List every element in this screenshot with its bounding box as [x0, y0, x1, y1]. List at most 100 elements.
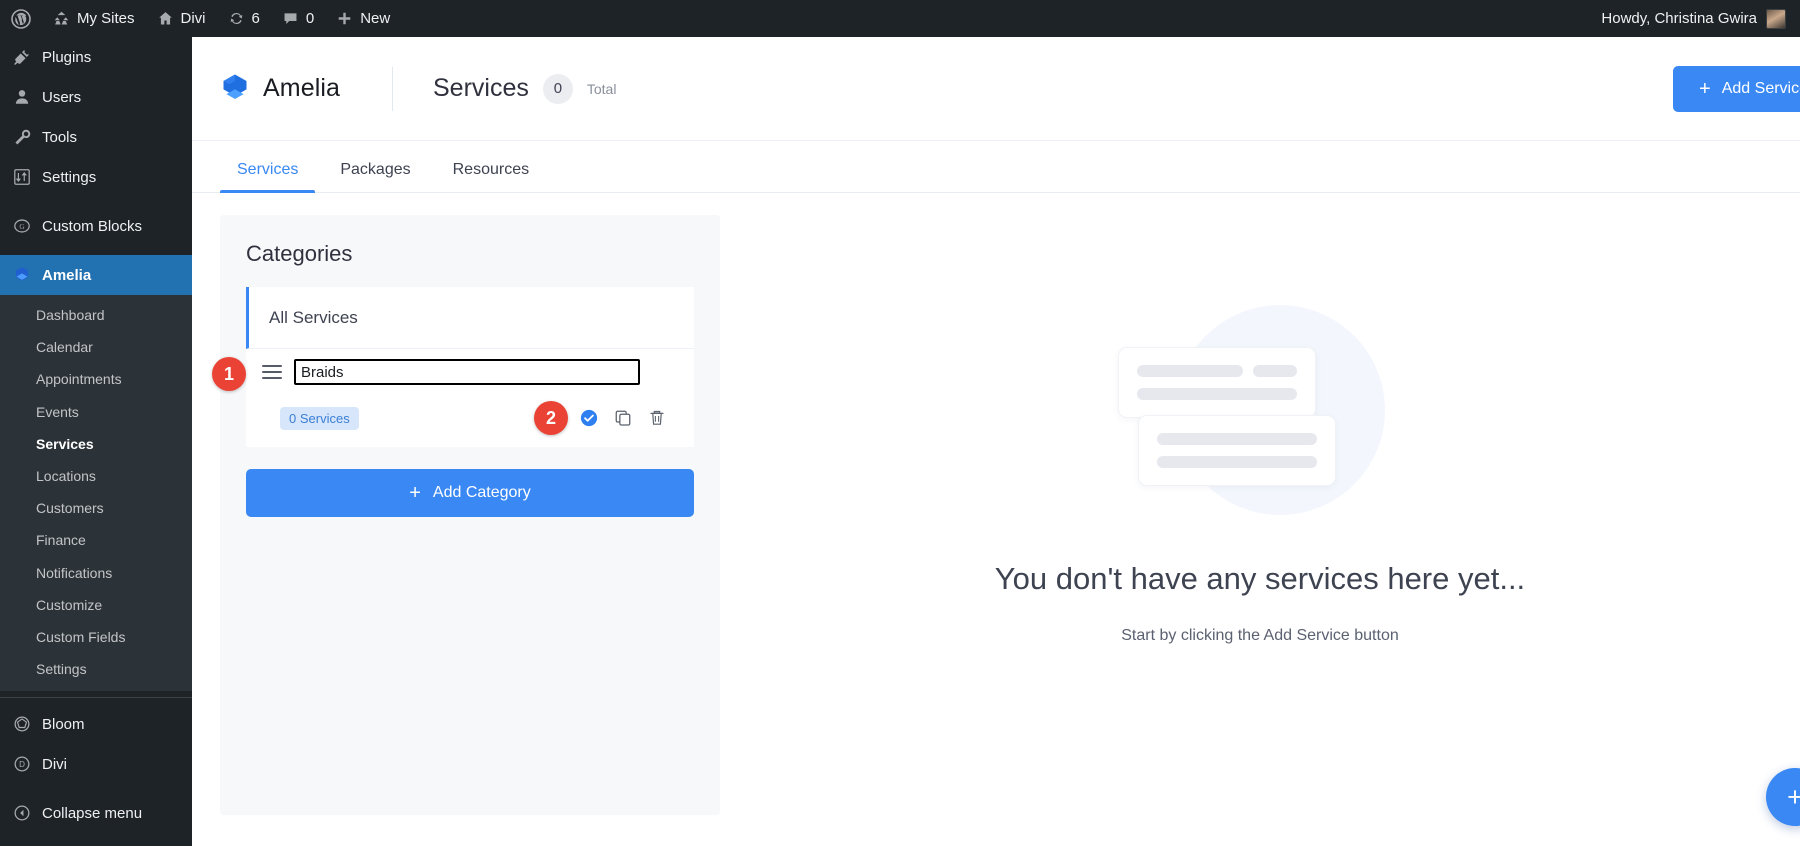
- services-count-badge: 0: [542, 73, 573, 104]
- sidebar-item-plugins[interactable]: Plugins: [0, 37, 192, 77]
- sidebar-item-label: Tools: [42, 128, 78, 146]
- plug-icon: [11, 48, 32, 66]
- duplicate-icon[interactable]: [614, 409, 632, 427]
- add-service-button[interactable]: + Add Service: [1673, 65, 1800, 112]
- custom-blocks-icon: G: [11, 217, 32, 235]
- sidebar-subitem-dashboard[interactable]: Dashboard: [0, 299, 192, 331]
- collapse-arrow-icon: [11, 804, 32, 822]
- sidebar-item-bloom[interactable]: Bloom: [0, 704, 192, 744]
- my-sites-menu[interactable]: My Sites: [42, 0, 146, 37]
- category-item-all-services[interactable]: All Services: [246, 287, 694, 349]
- sidebar-subitem-appointments[interactable]: Appointments: [0, 363, 192, 395]
- sidebar-subitem-events[interactable]: Events: [0, 396, 192, 428]
- sidebar-item-tools[interactable]: Tools: [0, 117, 192, 157]
- sidebar-separator: [0, 197, 192, 206]
- sidebar-subitem-custom-fields[interactable]: Custom Fields: [0, 621, 192, 653]
- user-icon: [11, 88, 32, 106]
- wordpress-logo-menu[interactable]: [0, 0, 42, 37]
- sidebar-item-amelia[interactable]: Amelia: [0, 255, 192, 295]
- sidebar-separator: [0, 246, 192, 255]
- illustration-row: [1137, 365, 1297, 377]
- sidebar-subitem-locations[interactable]: Locations: [0, 460, 192, 492]
- updates-menu[interactable]: 6: [217, 0, 271, 37]
- add-category-label: Add Category: [432, 484, 531, 501]
- page-title-wrap: Services 0 Total: [433, 73, 616, 104]
- sidebar-item-users[interactable]: Users: [0, 77, 192, 117]
- drag-handle-icon[interactable]: [260, 365, 282, 379]
- illustration-bar: [1137, 388, 1297, 400]
- empty-state-title: You don't have any services here yet...: [994, 561, 1526, 596]
- step-marker-2: 2: [534, 401, 568, 435]
- add-category-button[interactable]: + Add Category: [246, 469, 694, 517]
- categories-panel: Categories All Services 1 Braids 0 Servi…: [212, 215, 720, 815]
- account-menu[interactable]: Howdy, Christina Gwira: [1601, 8, 1800, 29]
- amelia-brand-label: Amelia: [263, 74, 341, 102]
- step-marker-1: 1: [212, 357, 246, 391]
- site-name-menu[interactable]: Divi: [146, 0, 217, 37]
- plus-icon: +: [409, 482, 421, 504]
- tab-resources[interactable]: Resources: [436, 161, 546, 192]
- tab-packages[interactable]: Packages: [323, 161, 427, 192]
- amelia-brand: Amelia: [220, 73, 392, 105]
- sidebar-subitem-notifications[interactable]: Notifications: [0, 557, 192, 589]
- plus-icon: +: [1699, 77, 1711, 100]
- comments-count: 0: [305, 10, 315, 27]
- updates-count: 6: [251, 10, 260, 27]
- category-actions: 2: [534, 401, 680, 435]
- tab-services[interactable]: Services: [220, 161, 316, 193]
- plus-icon: +: [1787, 781, 1800, 812]
- category-item-editing: 1 0 Services 2: [212, 349, 694, 447]
- amelia-header: Amelia Services 0 Total + Add Service: [192, 37, 1800, 141]
- updates-icon: [228, 10, 245, 27]
- divi-icon: D: [11, 755, 32, 773]
- add-service-label: Add Service: [1721, 79, 1800, 97]
- sliders-icon: [11, 168, 32, 186]
- confirm-check-icon[interactable]: [580, 409, 598, 427]
- tab-bar: Services Packages Resources: [192, 141, 1800, 193]
- sidebar-item-label: Bloom: [42, 715, 85, 733]
- page-title: Services: [433, 74, 529, 102]
- sidebar-subitem-customers[interactable]: Customers: [0, 492, 192, 524]
- wp-admin-bar: My Sites Divi 6 0 New Howdy, Christina G…: [0, 0, 1800, 37]
- delete-trash-icon[interactable]: [648, 409, 666, 427]
- sidebar-subitem-services[interactable]: Services: [0, 428, 192, 460]
- amelia-submenu: Dashboard Calendar Appointments Events S…: [0, 295, 192, 692]
- comments-icon: [282, 10, 299, 27]
- sidebar-item-label: Settings: [42, 168, 97, 186]
- sidebar-item-settings[interactable]: Settings: [0, 157, 192, 197]
- new-content-menu[interactable]: New: [325, 0, 401, 37]
- category-label: All Services: [269, 307, 358, 327]
- sidebar-subitem-finance[interactable]: Finance: [0, 524, 192, 556]
- category-edit-row: [260, 359, 680, 385]
- howdy-label: Howdy, Christina Gwira: [1601, 10, 1757, 27]
- amelia-app: Amelia Services 0 Total + Add Service Se…: [192, 37, 1800, 846]
- category-meta-row: 0 Services 2: [260, 401, 680, 435]
- my-sites-label: My Sites: [77, 10, 135, 27]
- collapse-menu-label: Collapse menu: [42, 804, 143, 822]
- my-sites-icon: [53, 10, 70, 27]
- category-name-input[interactable]: [294, 359, 640, 385]
- illustration-card-top: [1118, 347, 1316, 418]
- sidebar-item-label: Users: [42, 88, 82, 106]
- category-services-badge: 0 Services: [280, 406, 359, 430]
- illustration-bar: [1137, 365, 1243, 377]
- sidebar-item-label: Custom Blocks: [42, 217, 143, 235]
- collapse-menu-button[interactable]: Collapse menu: [0, 793, 192, 833]
- amelia-icon: [11, 266, 32, 285]
- sidebar-subitem-customize[interactable]: Customize: [0, 589, 192, 621]
- categories-title: Categories: [246, 241, 353, 266]
- illustration-bar: [1253, 365, 1297, 377]
- home-icon: [157, 10, 174, 27]
- empty-state-illustration: [1050, 305, 1470, 535]
- sidebar-item-custom-blocks[interactable]: G Custom Blocks: [0, 206, 192, 246]
- sidebar-item-divi[interactable]: D Divi: [0, 744, 192, 784]
- illustration-bar: [1157, 433, 1317, 445]
- sidebar-item-label: Amelia: [42, 266, 92, 284]
- comments-menu[interactable]: 0: [271, 0, 325, 37]
- sidebar-subitem-calendar[interactable]: Calendar: [0, 331, 192, 363]
- sidebar-subitem-settings[interactable]: Settings: [0, 653, 192, 685]
- avatar: [1766, 8, 1786, 29]
- categories-list: All Services 1 0 Services: [212, 287, 694, 447]
- wordpress-logo-icon: [11, 8, 31, 29]
- sidebar-item-label: Divi: [42, 755, 67, 773]
